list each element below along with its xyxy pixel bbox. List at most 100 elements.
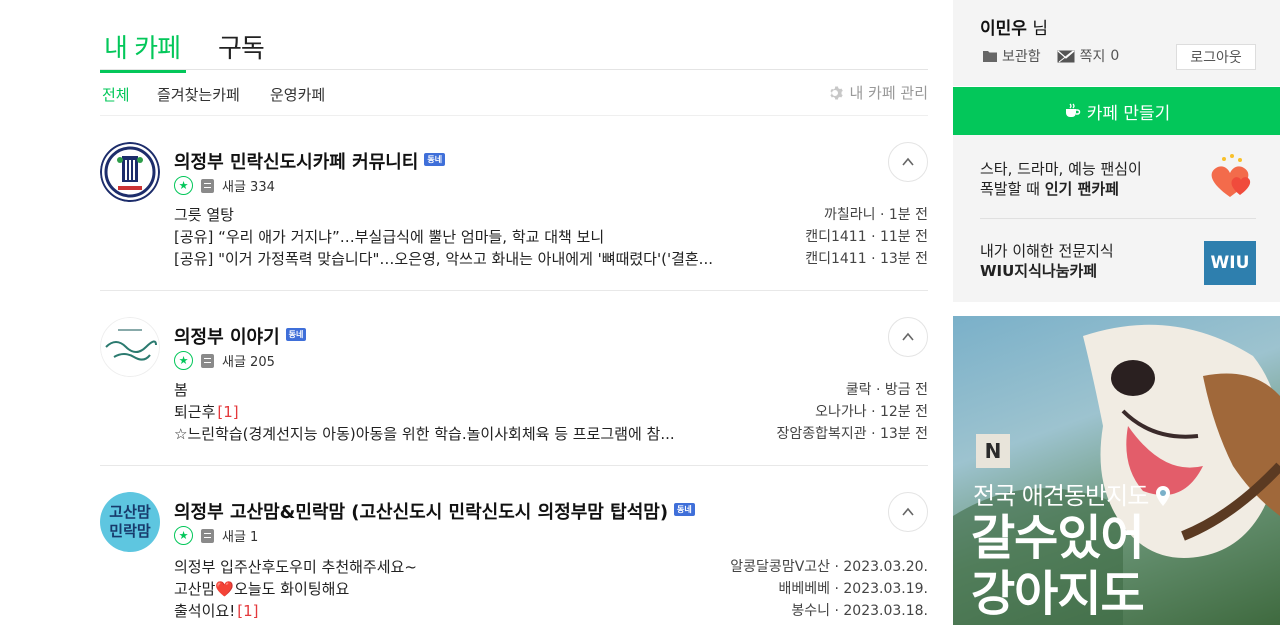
promo-wiu-cafe[interactable]: 내가 이해한 전문지식 WIU지식나눔카페 WIU <box>980 241 1256 307</box>
new-posts-count: 새글 205 <box>222 355 275 370</box>
post-title-text: [공유] "이거 가정폭력 맞습니다"…오은영, 악쓰고 화내는 아내에게 '뼈… <box>174 250 713 268</box>
post-title[interactable]: ☆느린학습(경계선지능 아동)아동을 위한 학습.놀이사회체육 등 프로그램에 … <box>174 423 675 444</box>
post-title-text: 그릇 열탕 <box>174 206 234 224</box>
create-cafe-label: 카페 만들기 <box>1086 103 1171 124</box>
document-icon <box>201 178 214 193</box>
promo-fan-cafe[interactable]: 스타, 드라마, 예능 팬심이 폭발할 때 인기 팬카페 <box>980 154 1256 225</box>
cafe-name-text: 의정부 이야기 <box>174 327 280 348</box>
cafe-card: 의정부 민락신도시카페 커뮤니티 동네 ★ 새글 334 그릇 열탕 까칠라니 … <box>100 116 928 291</box>
user-box: 이민우 님 보관함 쪽지 0 로그아웃 <box>953 0 1280 86</box>
post-title-text: 의정부 입주산후도우미 추천해주세요~ <box>174 558 417 576</box>
cafe-name[interactable]: 의정부 민락신도시카페 커뮤니티 동네 <box>174 148 446 174</box>
subtab-favorites[interactable]: 즐겨찾는카페 <box>157 84 240 105</box>
cafe-card: 의정부 이야기 동네 ★ 새글 205 봄 쿨락 · 방금 전 퇴근후 [1] 오… <box>100 291 928 466</box>
logout-button[interactable]: 로그아웃 <box>1176 44 1256 70</box>
post-title[interactable]: 출석이요! [1] <box>174 600 258 621</box>
notes-link[interactable]: 쪽지 0 <box>1057 46 1120 66</box>
post-author-time: 캔디1411 · 11분 전 <box>805 229 928 245</box>
tab-subscribe[interactable]: 구독 <box>218 28 265 65</box>
collapse-button[interactable] <box>888 317 928 357</box>
notes-count: 0 <box>1110 48 1120 64</box>
post-author-time: 쿨락 · 방금 전 <box>845 382 928 398</box>
cafe-meta: ★ 새글 205 <box>174 351 275 370</box>
post-author-time: 봉수니 · 2023.03.18. <box>791 603 928 619</box>
document-icon <box>201 528 214 543</box>
post-title[interactable]: 봄 <box>174 379 188 400</box>
post-list: 봄 쿨락 · 방금 전 퇴근후 [1] 오나가나 · 12분 전 ☆느린학습(경계… <box>174 379 928 445</box>
main-content: 내 카페 구독 전체 즐겨찾는카페 운영카페 내 카페 관리 의정부 민락신도시… <box>99 0 928 625</box>
star-icon[interactable]: ★ <box>174 526 193 545</box>
top-tabs: 내 카페 구독 <box>99 22 928 73</box>
list-item: 의정부 입주산후도우미 추천해주세요~ 알콩달콩맘V고산 · 2023.03.2… <box>174 556 928 578</box>
list-item: [공유] “우리 애가 거지냐”…부실급식에 뿔난 엄마들, 학교 대책 보니 … <box>174 226 928 248</box>
user-name-suffix: 님 <box>1032 19 1048 39</box>
post-title[interactable]: 그릇 열탕 <box>174 204 234 225</box>
collapse-button[interactable] <box>888 142 928 182</box>
location-pin-icon <box>1155 486 1170 506</box>
post-title[interactable]: 고산맘❤️오늘도 화이팅해요 <box>174 578 349 599</box>
post-title[interactable]: 의정부 입주산후도우미 추천해주세요~ <box>174 556 417 577</box>
comment-count: [1] <box>237 602 259 620</box>
list-item: ☆느린학습(경계선지능 아동)아동을 위한 학습.놀이사회체육 등 프로그램에 … <box>174 423 928 445</box>
ad-subtitle-text: 전국 애견동반지도 <box>973 482 1149 510</box>
neighborhood-badge: 동네 <box>285 327 307 341</box>
tab-my-cafe[interactable]: 내 카페 <box>99 28 187 73</box>
star-icon[interactable]: ★ <box>174 176 193 195</box>
collapse-button[interactable] <box>888 492 928 532</box>
mail-icon <box>1057 50 1075 62</box>
post-author-time: 캔디1411 · 13분 전 <box>805 251 928 267</box>
list-item: [공유] "이거 가정폭력 맞습니다"…오은영, 악쓰고 화내는 아내에게 '뼈… <box>174 248 928 270</box>
naver-logo: N <box>976 434 1010 468</box>
cafe-name[interactable]: 의정부 고산맘&민락맘 (고산신도시 민락신도시 의정부맘 탑석맘) 동네 <box>174 498 695 524</box>
star-icon[interactable]: ★ <box>174 351 193 370</box>
post-list: 의정부 입주산후도우미 추천해주세요~ 알콩달콩맘V고산 · 2023.03.2… <box>174 556 928 622</box>
promo-divider <box>980 218 1256 219</box>
ad-banner[interactable]: N 전국 애견동반지도 갈수있어 강아지도 <box>953 316 1280 625</box>
subtab-managed[interactable]: 운영카페 <box>270 84 325 105</box>
new-posts-count: 새글 1 <box>222 530 259 545</box>
ad-headline-1: 갈수있어 <box>971 510 1145 566</box>
list-item: 출석이요! [1] 봉수니 · 2023.03.18. <box>174 600 928 622</box>
create-cafe-button[interactable]: 카페 만들기 <box>953 87 1280 135</box>
ad-headline-2: 강아지도 <box>971 566 1145 622</box>
ad-subtitle: 전국 애견동반지도 <box>973 476 1171 511</box>
list-item: 그릇 열탕 까칠라니 · 1분 전 <box>174 204 928 226</box>
storage-label: 보관함 <box>1002 49 1041 65</box>
user-links: 보관함 쪽지 0 <box>983 46 1119 66</box>
post-title-text: 출석이요! <box>174 602 236 620</box>
post-title[interactable]: [공유] “우리 애가 거지냐”…부실급식에 뿔난 엄마들, 학교 대책 보니 <box>174 226 604 247</box>
post-list: 그릇 열탕 까칠라니 · 1분 전 [공유] “우리 애가 거지냐”…부실급식에… <box>174 204 928 270</box>
post-author-time: 알콩달콩맘V고산 · 2023.03.20. <box>730 559 928 575</box>
post-title[interactable]: 퇴근후 [1] <box>174 401 239 422</box>
list-item: 고산맘❤️오늘도 화이팅해요 배베베베 · 2023.03.19. <box>174 578 928 600</box>
promo-box: 스타, 드라마, 예능 팬심이 폭발할 때 인기 팬카페 내가 이해한 전문지식… <box>953 135 1280 302</box>
comment-count: [1] <box>217 403 239 421</box>
cafe-thumbnail[interactable]: 고산맘 민락맘 <box>100 492 160 552</box>
cafe-meta: ★ 새글 1 <box>174 526 258 545</box>
hearts-icon <box>1211 154 1251 197</box>
storage-link[interactable]: 보관함 <box>983 46 1041 66</box>
promo-line2-prefix: 폭발할 때 <box>980 180 1045 198</box>
post-title-text: [공유] “우리 애가 거지냐”…부실급식에 뿔난 엄마들, 학교 대책 보니 <box>174 228 605 246</box>
manage-label: 내 카페 관리 <box>849 84 928 102</box>
chevron-up-icon <box>902 157 914 166</box>
thumbnail-text: 고산맘 민락맘 <box>109 503 151 540</box>
post-author-time: 까칠라니 · 1분 전 <box>824 207 928 223</box>
post-title-text: ☆느린학습(경계선지능 아동)아동을 위한 학습.놀이사회체육 등 프로그램에 … <box>174 425 675 443</box>
gear-icon <box>830 86 844 99</box>
post-author-time: 배베베베 · 2023.03.19. <box>778 581 928 597</box>
manage-my-cafe-button[interactable]: 내 카페 관리 <box>827 82 928 103</box>
subtab-all[interactable]: 전체 <box>102 84 130 105</box>
post-title-text: 봄 <box>174 381 188 399</box>
cafe-thumbnail[interactable] <box>100 142 160 202</box>
cafe-card: 고산맘 민락맘 의정부 고산맘&민락맘 (고산신도시 민락신도시 의정부맘 탑석… <box>100 466 928 641</box>
wiu-logo: WIU <box>1204 241 1256 285</box>
cafe-thumbnail[interactable] <box>100 317 160 377</box>
neighborhood-badge: 동네 <box>424 152 446 166</box>
cafe-name[interactable]: 의정부 이야기 동네 <box>174 323 307 349</box>
post-title[interactable]: [공유] "이거 가정폭력 맞습니다"…오은영, 악쓰고 화내는 아내에게 '뼈… <box>174 248 713 269</box>
cafe-icon <box>1065 103 1080 117</box>
document-icon <box>201 353 214 368</box>
chevron-up-icon <box>902 332 914 341</box>
list-item: 봄 쿨락 · 방금 전 <box>174 379 928 401</box>
